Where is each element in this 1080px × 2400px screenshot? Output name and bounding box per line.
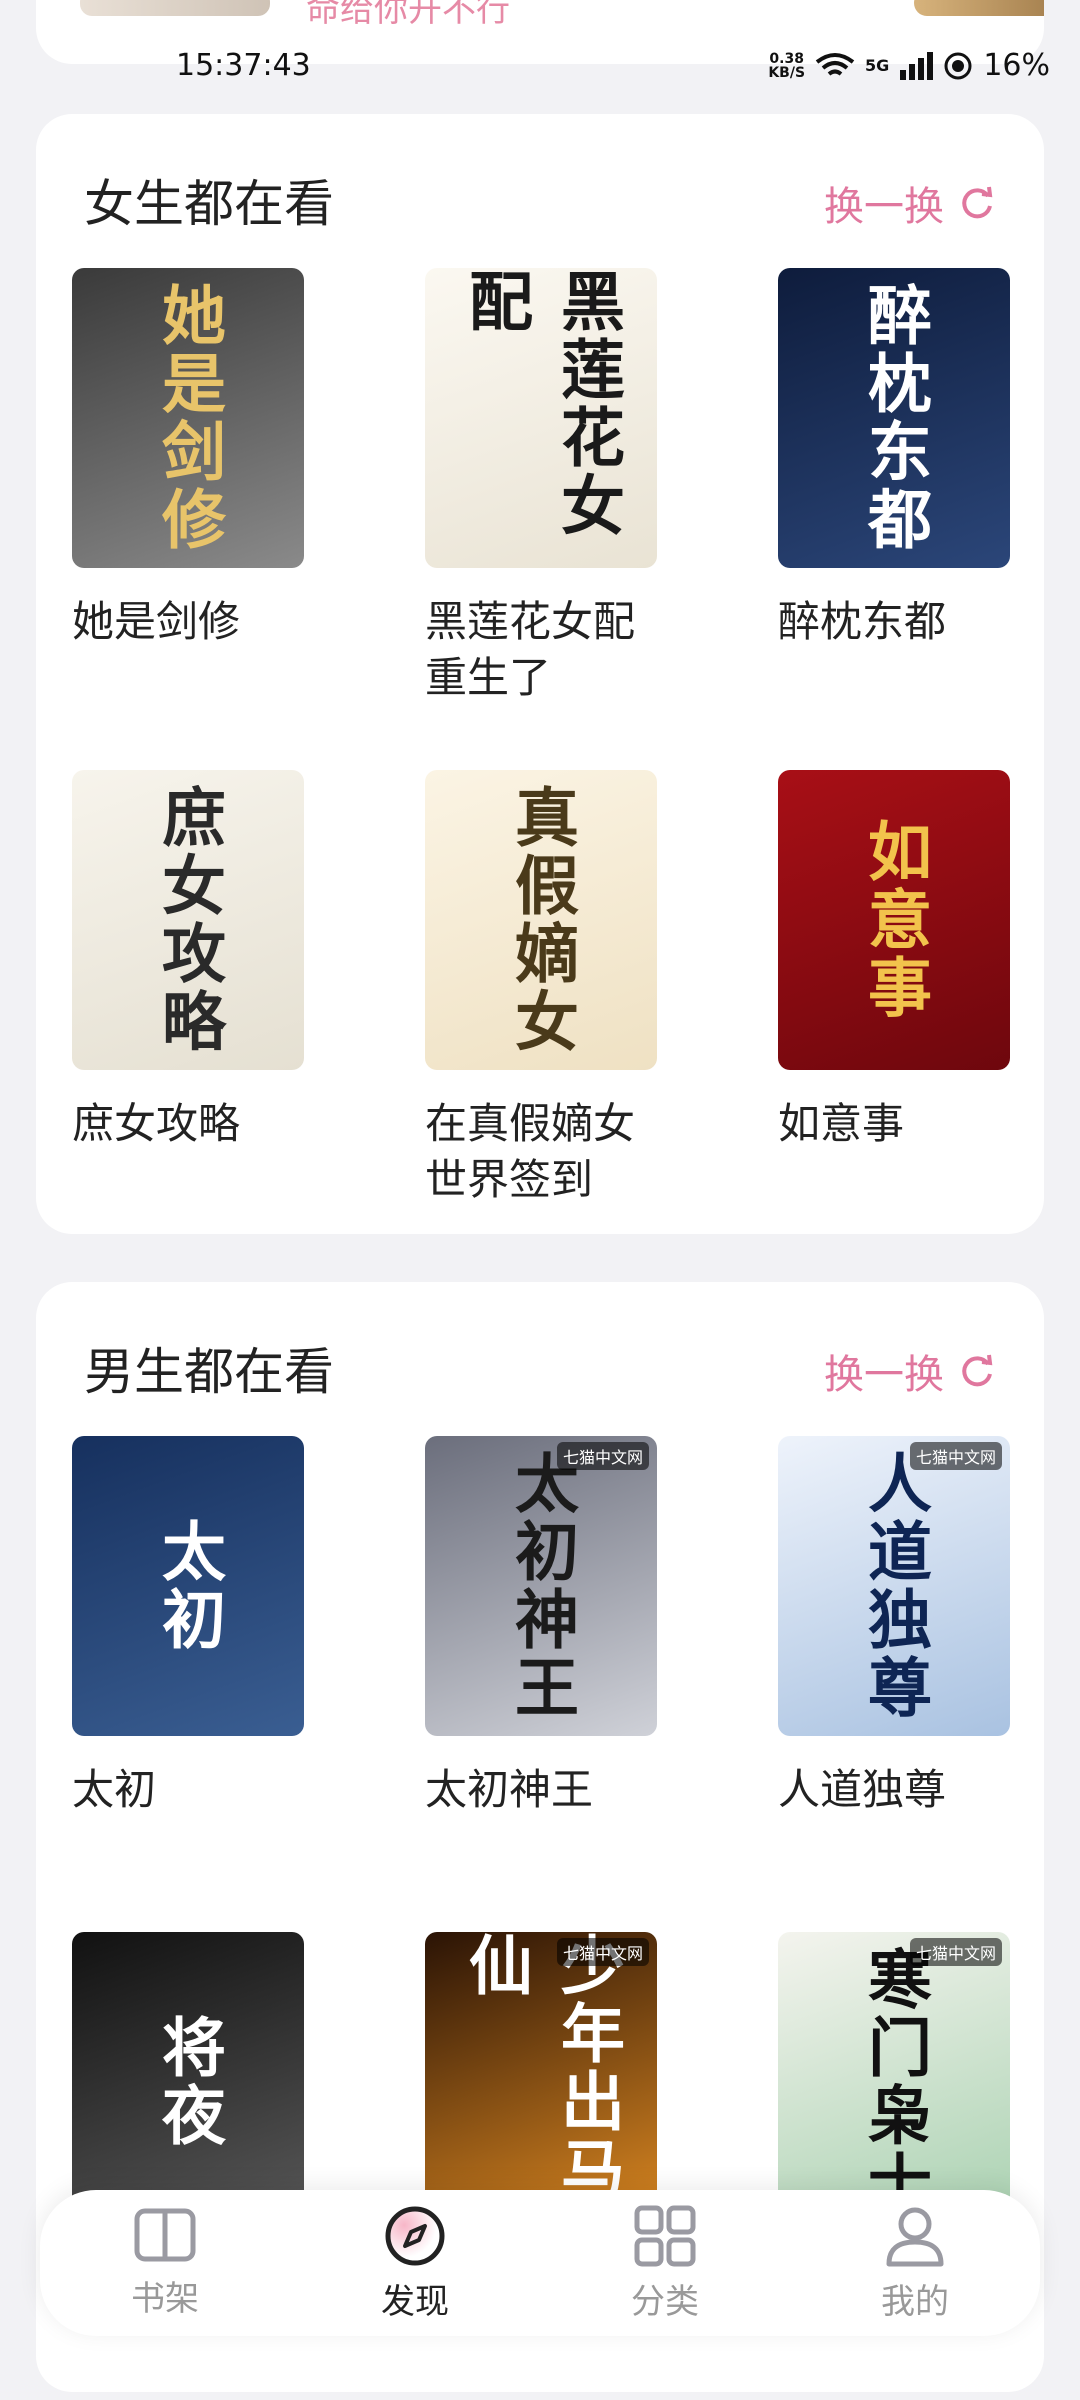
book-title[interactable]: 太初 — [72, 1762, 304, 1818]
section-title: 男生都在看 — [84, 1343, 334, 1401]
book-open-icon — [134, 2208, 196, 2261]
compass-icon — [385, 2206, 445, 2265]
book-item[interactable]: 如意事 如意事 — [778, 770, 1010, 1152]
nav-label: 书架 — [131, 2278, 199, 2319]
book-title[interactable]: 人道独尊 — [778, 1762, 1010, 1818]
cover-title: 真假嫡女 — [504, 784, 579, 1056]
publisher-badge: 七猫中文网 — [909, 1442, 1002, 1470]
battery-level: 16% — [983, 48, 1050, 83]
book-cover[interactable]: 七猫中文网 少年出马仙 — [425, 1932, 657, 2232]
refresh-button[interactable]: 换一换 — [824, 174, 996, 232]
status-time: 15:37:43 — [176, 48, 311, 83]
book-title[interactable]: 太初神王 — [425, 1762, 657, 1818]
battery-saver-icon — [944, 52, 972, 79]
nav-item-discover[interactable]: 发现 — [315, 2204, 515, 2323]
previous-card-text: 命给你开不行 — [306, 0, 510, 30]
cover-title: 她是剑修 — [151, 282, 226, 554]
book-title[interactable]: 她是剑修 — [72, 594, 304, 650]
book-item[interactable]: 七猫中文网 人道独尊 人道独尊 — [778, 1436, 1010, 1818]
book-cover[interactable]: 七猫中文网 寒门枭士 — [778, 1932, 1010, 2232]
net-speed-unit: KB/S — [768, 64, 806, 81]
user-icon — [886, 2207, 944, 2266]
book-cover[interactable]: 黑莲花女配 — [425, 268, 657, 568]
grid-icon — [634, 2205, 696, 2266]
book-cover[interactable]: 如意事 — [778, 770, 1010, 1070]
signal-icon — [900, 51, 934, 80]
cover-title: 黑莲花女配 — [458, 268, 625, 540]
refresh-label: 换一换 — [824, 1352, 944, 1398]
cover-title: 寒门枭士 — [857, 1946, 932, 2218]
book-item[interactable]: 太初 太初 — [72, 1436, 304, 1818]
book-item[interactable]: 真假嫡女 在真假嫡女世界签到 — [425, 770, 657, 1208]
net-speed-value: 0.38 — [769, 50, 804, 67]
nav-label: 发现 — [381, 2281, 449, 2322]
book-item[interactable]: 她是剑修 她是剑修 — [72, 268, 304, 650]
refresh-label: 换一换 — [824, 184, 944, 230]
publisher-badge: 七猫中文网 — [556, 1442, 649, 1470]
book-item[interactable]: 七猫中文网 太初神王 太初神王 — [425, 1436, 657, 1818]
book-cover[interactable]: 七猫中文网 太初神王 — [425, 1436, 657, 1736]
book-cover[interactable]: 她是剑修 — [72, 268, 304, 568]
book-item[interactable]: 醉枕东都 醉枕东都 — [778, 268, 1010, 650]
book-title[interactable]: 在真假嫡女世界签到 — [425, 1096, 657, 1208]
refresh-button[interactable]: 换一换 — [824, 1342, 996, 1400]
book-item[interactable]: 庶女攻略 庶女攻略 — [72, 770, 304, 1152]
cover-title: 将夜 — [151, 2014, 226, 2150]
refresh-icon — [962, 186, 993, 219]
nav-item-bookshelf[interactable]: 书架 — [65, 2207, 265, 2320]
nav-item-me[interactable]: 我的 — [815, 2204, 1015, 2323]
cover-title: 太初 — [151, 1518, 226, 1654]
status-bar: 15:37:43 0.38 KB/S 5G 16% — [0, 44, 1080, 94]
book-title[interactable]: 如意事 — [778, 1096, 1010, 1152]
cover-title: 人道独尊 — [857, 1450, 932, 1722]
cover-title: 少年出马仙 — [458, 1932, 625, 2204]
wifi-icon — [815, 52, 855, 76]
book-cover[interactable]: 将夜 — [72, 1932, 304, 2232]
book-cover[interactable]: 七猫中文网 人道独尊 — [778, 1436, 1010, 1736]
section-card-female: 女生都在看 换一换 她是剑修 她是剑修 黑莲花女配 黑莲花女配重生了 醉枕东都 … — [36, 114, 1044, 1234]
book-cover[interactable]: 真假嫡女 — [425, 770, 657, 1070]
nav-label: 分类 — [631, 2281, 699, 2322]
previous-book-cover — [80, 0, 270, 16]
book-title[interactable]: 黑莲花女配重生了 — [425, 594, 657, 706]
book-cover[interactable]: 庶女攻略 — [72, 770, 304, 1070]
refresh-icon — [962, 1354, 993, 1387]
section-title: 女生都在看 — [84, 175, 334, 233]
nav-item-category[interactable]: 分类 — [565, 2204, 765, 2323]
previous-book-cover-2 — [914, 0, 1044, 16]
book-cover[interactable]: 醉枕东都 — [778, 268, 1010, 568]
cover-title: 太初神王 — [504, 1450, 579, 1722]
publisher-badge: 七猫中文网 — [556, 1938, 649, 1966]
nav-label: 我的 — [881, 2281, 949, 2322]
book-item[interactable]: 黑莲花女配 黑莲花女配重生了 — [425, 268, 657, 706]
bottom-nav: 书架 发现 分类 我的 — [40, 2190, 1040, 2336]
book-title[interactable]: 庶女攻略 — [72, 1096, 304, 1152]
net-speed: 0.38 KB/S — [768, 52, 805, 80]
signal-label: 5G — [865, 56, 890, 75]
cover-title: 醉枕东都 — [857, 282, 932, 554]
status-indicators: 0.38 KB/S 5G 16% — [768, 48, 1050, 83]
book-title[interactable]: 醉枕东都 — [778, 594, 1010, 650]
cover-title: 庶女攻略 — [151, 784, 226, 1056]
book-cover[interactable]: 太初 — [72, 1436, 304, 1736]
publisher-badge: 七猫中文网 — [909, 1938, 1002, 1966]
cover-title: 如意事 — [857, 818, 932, 1022]
